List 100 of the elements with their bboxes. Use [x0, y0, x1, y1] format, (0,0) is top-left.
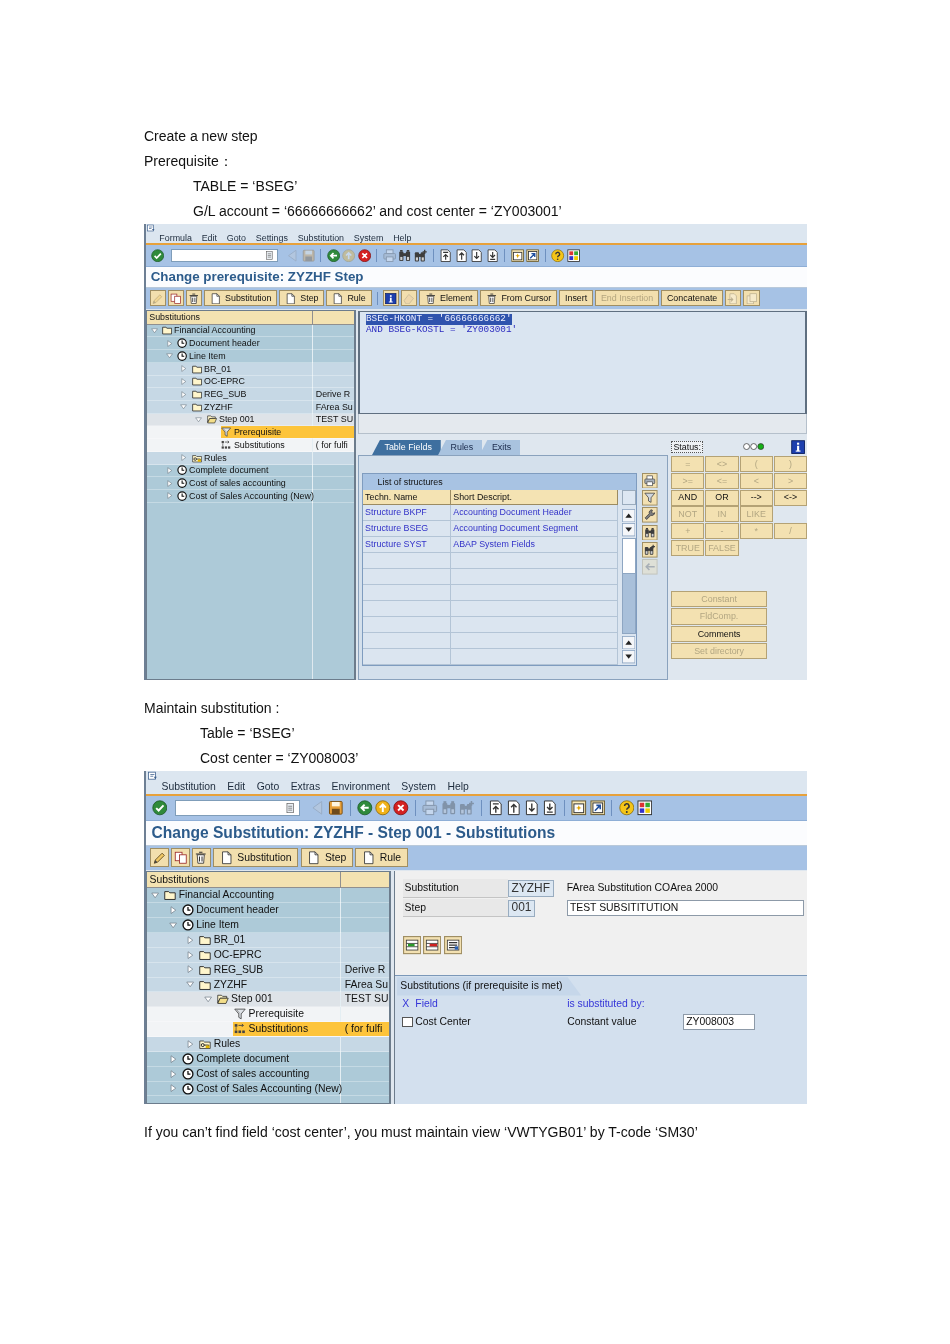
checkbox[interactable] [402, 1016, 414, 1028]
layout-icon[interactable] [636, 800, 653, 816]
tree-node[interactable]: Cost of sales accounting [180, 1066, 390, 1081]
shortcut-icon[interactable] [526, 248, 540, 263]
menu-item[interactable]: Substitution [297, 232, 345, 244]
tree-node[interactable]: Substitutions [220, 439, 314, 451]
tab[interactable]: Rules [438, 439, 483, 455]
caret-down-icon[interactable] [151, 891, 160, 900]
insert-row-icon[interactable] [402, 936, 421, 955]
value-field[interactable]: 001 [507, 899, 536, 917]
tree-node[interactable]: Document header [175, 337, 355, 350]
toolbar-button[interactable]: From Cursor [480, 290, 558, 307]
toolbar-button[interactable]: Element [419, 290, 479, 307]
scroll-down-button[interactable] [622, 523, 636, 537]
first-page-icon[interactable] [487, 800, 504, 816]
tree-node[interactable]: Financial Accounting [160, 324, 355, 337]
formula-editor[interactable]: BSEG-HKONT = '66666666662' AND BSEG-KOSTL = 'ZY003001' [357, 311, 807, 415]
value-field[interactable]: ZYZHF [507, 880, 554, 897]
help-icon[interactable] [618, 800, 635, 816]
tree-node[interactable]: Cost of Sales Accounting (New) [180, 1081, 390, 1096]
wrench-icon[interactable] [642, 507, 658, 524]
tree-node[interactable]: Prerequisite [220, 426, 355, 439]
caret-right-icon[interactable] [186, 950, 195, 959]
tree-node[interactable]: BR_01 [190, 362, 355, 375]
menu-item[interactable]: Substitution [161, 781, 216, 794]
value-field[interactable]: ZY008003 [683, 1013, 755, 1031]
copy-button[interactable] [171, 848, 190, 868]
print-icon[interactable] [642, 472, 658, 489]
first-page-icon[interactable] [438, 248, 453, 263]
menu-item[interactable]: Formula [159, 232, 192, 244]
menu-item[interactable]: Goto [256, 781, 280, 794]
toolbar-button[interactable]: Insert [559, 290, 594, 307]
toolbar-button[interactable]: Step [300, 848, 353, 868]
cancel-icon[interactable] [357, 248, 372, 263]
new-window-icon[interactable] [571, 800, 587, 816]
save-icon[interactable] [327, 800, 344, 816]
tree-node[interactable]: Complete document [175, 464, 355, 477]
tree-node[interactable]: Substitutions [233, 1022, 342, 1036]
menu-item[interactable]: Help [393, 232, 412, 244]
toolbar-button[interactable]: Rule [355, 848, 408, 868]
tree-node[interactable]: Cost of Sales Accounting (New) [175, 490, 355, 502]
tree-node[interactable]: Step 001 [205, 413, 314, 426]
tree-node[interactable]: Financial Accounting [163, 888, 390, 903]
scrollbar-thumb[interactable] [623, 538, 636, 575]
tree-node[interactable]: Cost of sales accounting [175, 477, 355, 489]
caret-down-icon[interactable] [168, 920, 177, 930]
info-button[interactable] [382, 290, 399, 307]
edit-button[interactable] [150, 848, 169, 868]
description-field[interactable]: TEST SUBSITITUTION [566, 899, 804, 917]
tree-node[interactable]: OC-EPRC [198, 947, 390, 962]
tab[interactable]: Exits [479, 439, 521, 455]
back-icon[interactable] [326, 248, 341, 263]
list-icon[interactable] [444, 936, 463, 955]
toolbar-button[interactable]: Substitution [204, 290, 278, 307]
tree-node[interactable]: OC-EPRC [190, 375, 355, 388]
next-page-icon[interactable] [470, 248, 484, 263]
tree-node[interactable]: REG_SUB [198, 962, 342, 977]
tree-node[interactable]: Step 001 [215, 992, 342, 1007]
caret-right-icon[interactable] [186, 935, 195, 945]
toolbar-button[interactable]: Step [279, 290, 325, 307]
last-page-icon[interactable] [485, 248, 499, 263]
tree-node[interactable]: Line Item [180, 918, 390, 932]
caret-right-icon[interactable] [168, 1054, 177, 1063]
menu-item[interactable]: System [353, 232, 384, 244]
tree-node[interactable]: Rules [190, 451, 355, 464]
shortcut-icon[interactable] [589, 800, 606, 816]
exit-icon[interactable] [375, 800, 391, 816]
check-icon[interactable] [150, 248, 165, 263]
tree-node[interactable]: REG_SUB [190, 388, 314, 400]
caret-down-icon[interactable] [186, 980, 195, 989]
caret-right-icon[interactable] [186, 1039, 195, 1049]
scroll-down-button[interactable] [622, 650, 636, 664]
filter-icon[interactable] [642, 490, 658, 506]
operator-button[interactable]: OR [705, 489, 739, 506]
search-icon[interactable] [642, 524, 658, 541]
previous-page-icon[interactable] [454, 248, 468, 263]
copy-button[interactable] [167, 290, 184, 307]
menu-item[interactable]: Edit [201, 232, 217, 244]
history-icon[interactable] [285, 802, 296, 814]
next-page-icon[interactable] [524, 800, 540, 816]
caret-right-icon[interactable] [186, 965, 195, 974]
operator-button[interactable]: --> [739, 489, 773, 506]
tree-node[interactable]: Line Item [175, 350, 355, 362]
menu-item[interactable]: Environment [331, 781, 390, 794]
tree-node[interactable]: Prerequisite [233, 1007, 390, 1022]
operator-button[interactable]: AND [671, 489, 705, 506]
scroll-up-button[interactable] [622, 635, 636, 650]
cancel-icon[interactable] [393, 800, 409, 816]
command-field[interactable] [170, 248, 278, 263]
tree-node[interactable]: ZYZHF [190, 400, 314, 413]
back-icon[interactable] [356, 800, 373, 816]
history-icon[interactable] [265, 251, 275, 260]
tree-node[interactable]: Complete document [180, 1051, 390, 1066]
check-icon[interactable] [151, 800, 168, 816]
search-next-icon[interactable] [642, 542, 658, 558]
toolbar-button[interactable]: Substitution [212, 848, 299, 868]
delete-button[interactable] [191, 848, 211, 868]
search-icon[interactable] [398, 248, 412, 263]
menu-item[interactable]: Settings [255, 232, 288, 244]
window-menu-icon[interactable] [147, 771, 157, 781]
